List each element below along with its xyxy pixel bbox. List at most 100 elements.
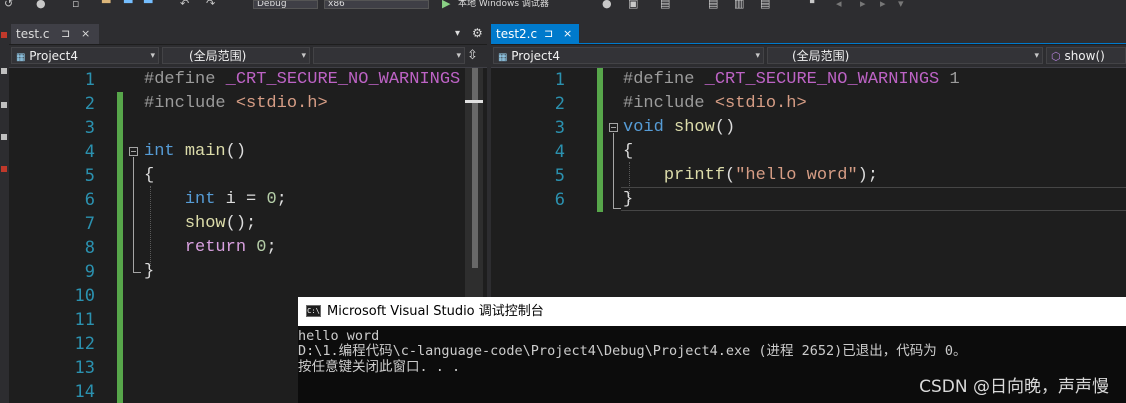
split-editor-icon[interactable]: ⇳ xyxy=(467,48,478,63)
code-token: 0 xyxy=(256,238,267,257)
code-token: _CRT_SECURE_NO_WARNINGS xyxy=(704,70,940,89)
project-combo[interactable]: ▦ Project4 ▾ xyxy=(11,47,159,64)
line-number: 2 xyxy=(554,94,565,114)
scope-combo[interactable]: (全局范围) ▾ xyxy=(767,47,1043,64)
pin-icon[interactable]: ⊐ xyxy=(61,24,70,44)
open-folder-icon[interactable]: ▀ xyxy=(102,0,110,9)
console-titlebar[interactable]: C:\ Microsoft Visual Studio 调试控制台 xyxy=(298,297,1126,326)
chevron-down-icon: ▾ xyxy=(456,51,461,61)
line-number: 9 xyxy=(84,262,95,282)
project-icon: ▦ xyxy=(498,52,508,63)
indent-icon[interactable]: ▤ xyxy=(760,0,770,9)
code-token: ( xyxy=(725,166,736,185)
bookmark-icon[interactable]: ▤ xyxy=(660,0,670,9)
close-icon[interactable]: × xyxy=(81,24,90,44)
save-icon[interactable]: ▀ xyxy=(124,0,132,9)
nav-back-icon[interactable]: ◂ xyxy=(836,0,842,9)
code-token: ); xyxy=(857,166,879,185)
chevron-down-icon: ▾ xyxy=(1034,51,1039,61)
chevron-down-icon: ▾ xyxy=(755,51,760,61)
line-number: 4 xyxy=(554,142,565,162)
line-number: 11 xyxy=(74,310,95,330)
code-token: show xyxy=(674,118,715,137)
line-number: 13 xyxy=(74,358,95,378)
flag-icon[interactable]: ▘ xyxy=(810,0,818,9)
nav-more-icon[interactable]: ▸ xyxy=(880,0,886,9)
code-token: { xyxy=(144,166,155,185)
member-combo[interactable]: ⬡ show() xyxy=(1046,47,1126,64)
attach-icon[interactable]: ● xyxy=(602,0,612,9)
code-line: #define _CRT_SECURE_NO_WARNINGS 1 xyxy=(623,68,960,92)
back-icon[interactable]: ↺ xyxy=(4,0,13,9)
right-tab-strip: test2.c ⊐ × xyxy=(491,16,1126,44)
explorer-icon[interactable] xyxy=(1,134,7,140)
line-number: 5 xyxy=(84,166,95,186)
line-number: 3 xyxy=(554,118,565,138)
code-token: #define xyxy=(623,70,705,89)
comment-icon[interactable]: ▤ xyxy=(708,0,718,9)
errors-icon[interactable] xyxy=(1,166,7,172)
line-number: 1 xyxy=(84,70,95,90)
tab-list-dropdown-icon[interactable]: ▾ xyxy=(455,28,460,39)
left-tab-strip: test.c ⊐ × ▾ ⚙ xyxy=(9,16,487,44)
member-combo[interactable]: ▾ xyxy=(313,47,465,64)
project-combo-value: Project4 xyxy=(511,49,560,63)
start-debug-icon[interactable]: ▶ xyxy=(442,0,450,9)
fold-line xyxy=(133,157,134,273)
project-icon: ▦ xyxy=(16,52,26,63)
line-number: 1 xyxy=(554,70,565,90)
code-token: #include xyxy=(623,94,715,113)
current-line-highlight xyxy=(621,187,1126,211)
fold-end xyxy=(613,208,621,209)
left-tool-strip xyxy=(0,16,9,403)
start-debug-label[interactable]: 本地 Windows 调试器 xyxy=(458,0,549,9)
server-explorer-icon[interactable] xyxy=(1,32,7,38)
scroll-caret-marker xyxy=(465,100,483,103)
line-number: 10 xyxy=(74,286,95,306)
project-combo[interactable]: ▦ Project4 ▾ xyxy=(493,47,764,64)
left-nav-bar: ▦ Project4 ▾ (全局范围) ▾ ▾ ⇳ xyxy=(9,45,487,68)
tab-test-c[interactable]: test.c ⊐ × xyxy=(11,24,99,44)
new-project-icon[interactable]: ▫ xyxy=(72,0,79,9)
code-line: int main() xyxy=(144,140,246,164)
code-token: () xyxy=(714,118,736,137)
gear-icon[interactable]: ⚙ xyxy=(472,26,483,40)
code-token: return xyxy=(184,238,247,257)
solution-config-combo[interactable]: Debug xyxy=(253,0,318,9)
find-icon[interactable]: ▣ xyxy=(628,0,638,9)
scope-combo[interactable]: (全局范围) ▾ xyxy=(162,47,310,64)
code-token: #include xyxy=(144,94,236,113)
undo-icon[interactable]: ↶ xyxy=(180,0,189,9)
right-nav-bar: ▦ Project4 ▾ (全局范围) ▾ ⬡ show() xyxy=(491,45,1126,68)
close-icon[interactable]: × xyxy=(563,24,572,44)
toolbar-overflow-icon[interactable]: ▾ xyxy=(898,0,904,9)
uncomment-icon[interactable]: ▥ xyxy=(734,0,744,9)
tab-test2-c[interactable]: test2.c ⊐ × xyxy=(491,24,579,44)
fold-end xyxy=(133,272,141,273)
main-toolbar: ↺ ● ▫ ▀ ▀ ▀ ↶ ↷ Debug x86 ▶ 本地 Windows 调… xyxy=(0,0,1126,16)
code-token: void xyxy=(623,118,664,137)
line-number: 8 xyxy=(84,238,95,258)
code-token: } xyxy=(144,262,155,281)
code-token: 1 xyxy=(939,70,960,89)
project-combo-value: Project4 xyxy=(29,49,78,63)
toolbox-icon[interactable] xyxy=(1,68,7,74)
chevron-down-icon: ▾ xyxy=(301,51,306,61)
code-line: { xyxy=(144,164,154,188)
line-number: 3 xyxy=(84,118,95,138)
properties-icon[interactable] xyxy=(1,102,7,108)
code-token: "hello word" xyxy=(735,166,858,185)
collapse-icon[interactable] xyxy=(609,123,618,132)
forward-icon[interactable]: ● xyxy=(36,0,46,9)
nav-forward-icon[interactable]: ▸ xyxy=(860,0,866,9)
redo-icon[interactable]: ↷ xyxy=(206,0,215,9)
code-line: return 0; xyxy=(144,236,277,260)
platform-combo[interactable]: x86 xyxy=(324,0,429,9)
scroll-thumb[interactable] xyxy=(472,68,478,268)
collapse-icon[interactable] xyxy=(129,147,138,156)
pin-icon[interactable]: ⊐ xyxy=(544,24,553,44)
line-number: 5 xyxy=(554,166,565,186)
save-all-icon[interactable]: ▀ xyxy=(144,0,152,9)
code-token: int xyxy=(184,190,216,209)
